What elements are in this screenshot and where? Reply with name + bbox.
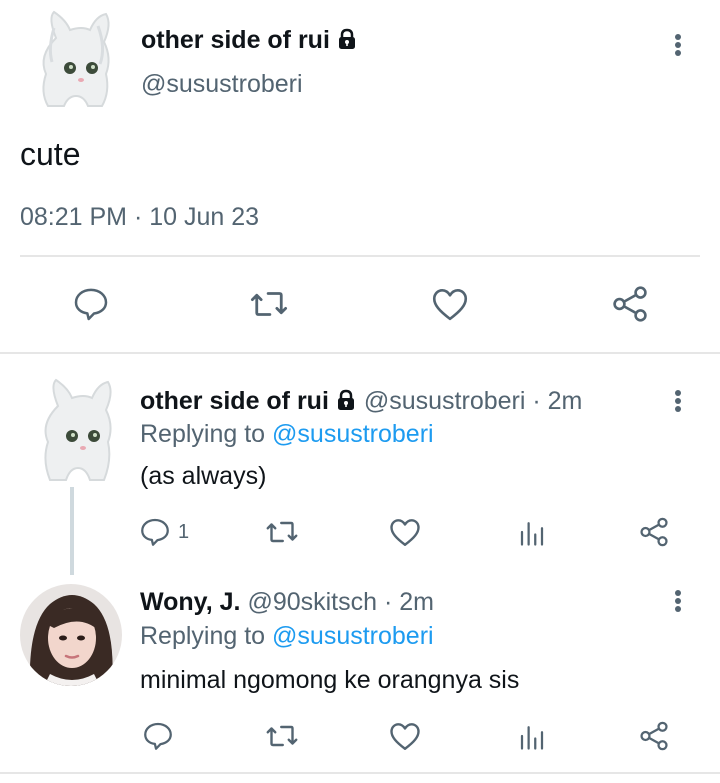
reply-avatar[interactable] — [20, 584, 122, 686]
reply-author-handle[interactable]: @90skitsch — [247, 588, 377, 616]
lock-icon — [336, 26, 358, 58]
retweet-icon — [266, 521, 298, 543]
like-button[interactable] — [385, 716, 425, 756]
reply-icon — [74, 288, 108, 321]
reply-icon — [144, 722, 172, 750]
tweet-date: 10 Jun 23 — [149, 203, 260, 231]
replying-label: Replying to — [140, 622, 266, 650]
reply-author-handle[interactable]: @susustroberi — [364, 387, 526, 415]
more-options-button[interactable] — [666, 32, 690, 56]
separator: · — [532, 387, 541, 415]
like-icon — [390, 723, 420, 750]
tweet-timestamp: 08:21 PM · 10 Jun 23 — [20, 201, 259, 233]
tweet-text: cute — [20, 136, 81, 172]
share-icon — [640, 721, 668, 751]
like-button[interactable] — [385, 512, 425, 552]
like-icon — [432, 289, 468, 321]
retweet-button[interactable] — [262, 512, 302, 552]
thread-line — [70, 487, 74, 575]
reply-button[interactable] — [66, 282, 116, 326]
author-handle[interactable]: @susustroberi — [141, 68, 303, 100]
replying-to: Replying to @susustroberi — [140, 418, 434, 450]
lock-icon — [335, 387, 357, 419]
reply-text: (as always) — [140, 462, 267, 490]
retweet-button[interactable] — [262, 716, 302, 756]
section-divider — [0, 352, 720, 354]
reply-age: 2m — [547, 387, 583, 415]
more-options-button[interactable] — [666, 388, 690, 412]
analytics-button[interactable] — [512, 716, 552, 756]
section-divider — [0, 772, 720, 774]
share-button[interactable] — [605, 282, 655, 326]
analytics-icon — [520, 726, 544, 750]
analytics-icon — [520, 522, 544, 546]
reply-avatar[interactable] — [30, 376, 120, 486]
retweet-icon — [266, 725, 298, 747]
author-avatar[interactable] — [26, 8, 122, 108]
analytics-button[interactable] — [512, 512, 552, 552]
author-name[interactable]: other side of rui — [141, 26, 330, 54]
replying-label: Replying to — [140, 420, 266, 448]
reply-button[interactable] — [138, 716, 178, 756]
retweet-button[interactable] — [244, 282, 294, 326]
divider — [20, 255, 700, 257]
reply-button[interactable]: 1 — [138, 512, 208, 552]
separator: · — [133, 203, 143, 231]
like-button[interactable] — [425, 282, 475, 326]
replying-to-handle[interactable]: @susustroberi — [272, 420, 434, 448]
share-icon — [613, 286, 647, 322]
reply-author-name[interactable]: Wony, J. — [140, 588, 240, 616]
reply-author-name[interactable]: other side of rui — [140, 387, 329, 415]
reply-text: minimal ngomong ke orangnya sis — [140, 666, 520, 694]
more-options-button[interactable] — [666, 588, 690, 612]
tweet-time: 08:21 PM — [20, 203, 128, 231]
share-icon — [640, 517, 668, 547]
share-button[interactable] — [634, 512, 674, 552]
reply-count: 1 — [178, 520, 190, 543]
share-button[interactable] — [634, 716, 674, 756]
separator: · — [383, 588, 393, 616]
like-icon — [390, 519, 420, 546]
reply-icon — [141, 518, 169, 546]
replying-to-handle[interactable]: @susustroberi — [272, 622, 434, 650]
reply-age: 2m — [399, 588, 434, 616]
replying-to: Replying to @susustroberi — [140, 620, 434, 652]
retweet-icon — [250, 292, 288, 316]
